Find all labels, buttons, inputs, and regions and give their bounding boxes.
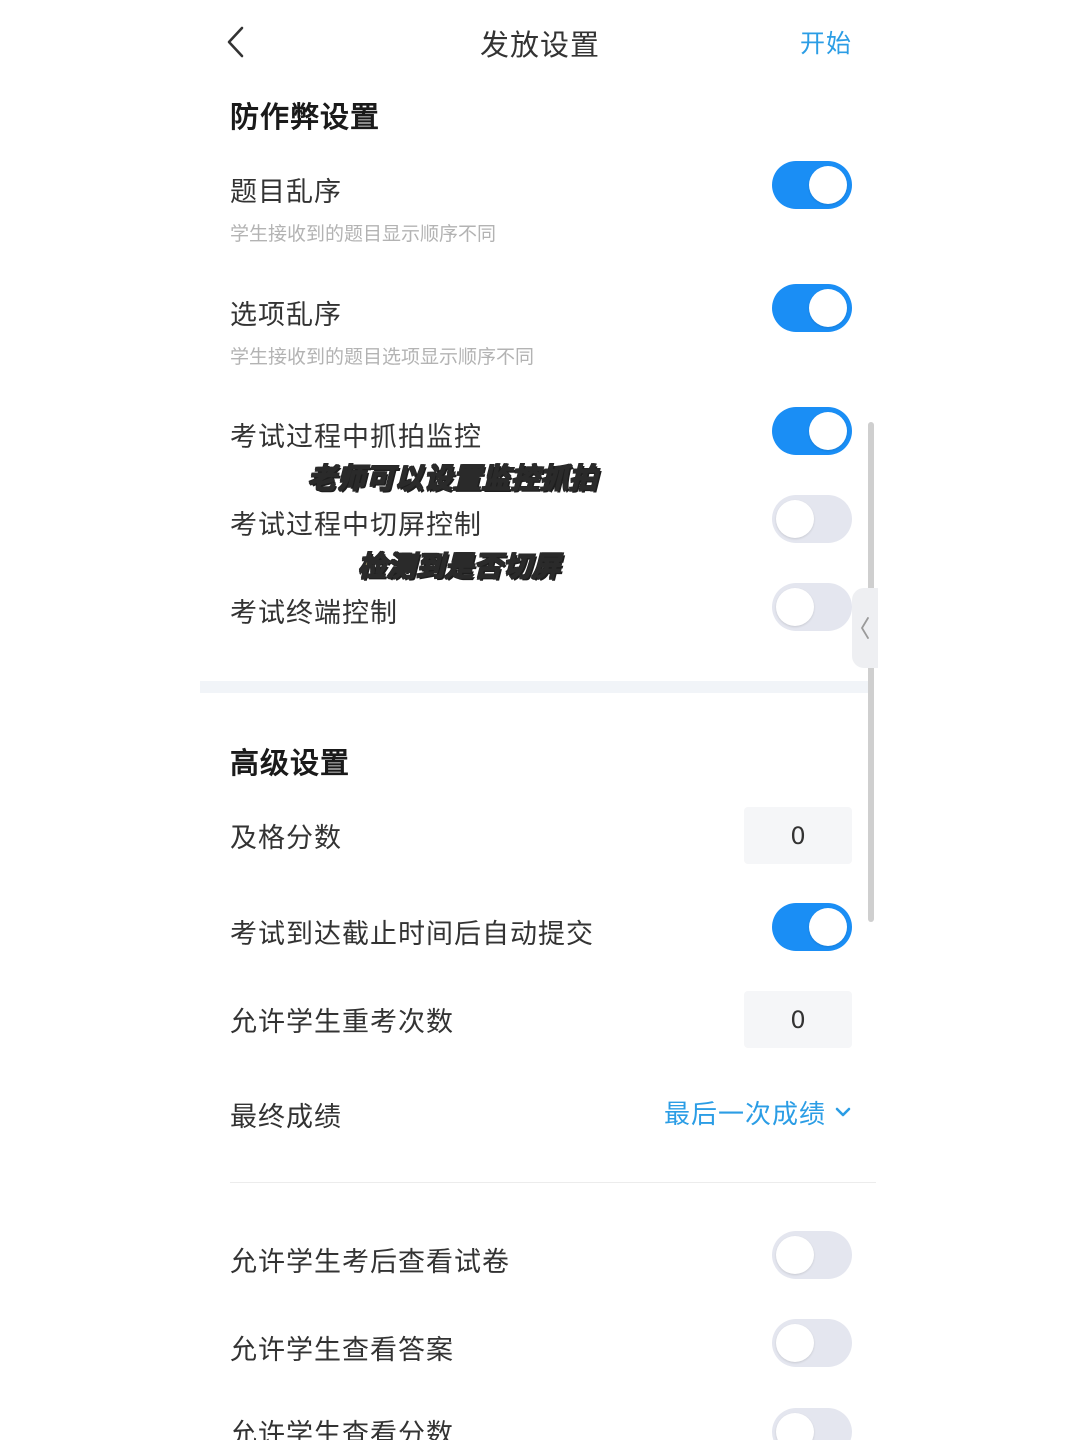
final-score-select[interactable]: 最后一次成绩: [664, 1094, 826, 1131]
terminal-control-toggle[interactable]: [772, 583, 852, 631]
switch-screen-control-toggle[interactable]: [772, 495, 852, 543]
toggle-knob: [776, 588, 814, 626]
start-button[interactable]: 开始: [800, 24, 852, 60]
snapshot-monitoring-toggle[interactable]: [772, 407, 852, 455]
passing-score-input[interactable]: 0: [744, 807, 852, 864]
shuffle-options-label: 选项乱序: [230, 300, 342, 331]
shuffle-questions-label: 题目乱序: [230, 177, 342, 208]
release-settings-page: 发放设置 开始 防作弊设置 题目乱序 学生接收到的题目显示顺序不同 选项乱序 学…: [0, 0, 1080, 1440]
retake-count-label: 允许学生重考次数: [230, 1007, 454, 1038]
section-divider: [200, 681, 872, 693]
shuffle-questions-toggle[interactable]: [772, 161, 852, 209]
passing-score-label: 及格分数: [230, 823, 342, 854]
view-score-label: 允许学生查看分数: [230, 1419, 454, 1440]
scrollbar[interactable]: [868, 422, 874, 922]
snapshot-monitoring-label: 考试过程中抓拍监控: [230, 422, 482, 453]
toggle-knob: [809, 908, 847, 946]
view-answers-label: 允许学生查看答案: [230, 1335, 454, 1366]
toggle-knob: [776, 1236, 814, 1274]
view-paper-label: 允许学生考后查看试卷: [230, 1247, 510, 1278]
anti-cheat-section-title: 防作弊设置: [230, 100, 381, 134]
view-answers-toggle[interactable]: [772, 1319, 852, 1367]
toggle-knob: [809, 412, 847, 450]
toggle-knob: [776, 1413, 814, 1440]
toggle-knob: [776, 1324, 814, 1362]
side-drawer-handle[interactable]: [852, 588, 878, 668]
chevron-down-icon[interactable]: [832, 1101, 854, 1123]
toggle-knob: [776, 500, 814, 538]
retake-count-input[interactable]: 0: [744, 991, 852, 1048]
shuffle-options-description: 学生接收到的题目选项显示顺序不同: [230, 346, 535, 368]
row-divider: [230, 1182, 876, 1183]
toggle-knob: [809, 289, 847, 327]
final-score-label: 最终成绩: [230, 1102, 342, 1133]
toggle-knob: [809, 166, 847, 204]
view-score-toggle[interactable]: [772, 1408, 852, 1440]
terminal-control-label: 考试终端控制: [230, 598, 398, 629]
auto-submit-label: 考试到达截止时间后自动提交: [230, 919, 594, 950]
page-title: 发放设置: [479, 28, 600, 62]
nav-header: 发放设置 开始: [0, 0, 1080, 90]
monitoring-caption: 老师可以设置监控抓拍: [307, 461, 599, 496]
switch-screen-caption: 检测到是否切屏: [357, 549, 562, 584]
shuffle-options-toggle[interactable]: [772, 284, 852, 332]
view-paper-toggle[interactable]: [772, 1231, 852, 1279]
advanced-section-title: 高级设置: [230, 746, 351, 780]
chevron-left-icon: [861, 617, 869, 639]
auto-submit-toggle[interactable]: [772, 903, 852, 951]
shuffle-questions-description: 学生接收到的题目显示顺序不同: [230, 223, 497, 245]
switch-screen-control-label: 考试过程中切屏控制: [230, 510, 482, 541]
